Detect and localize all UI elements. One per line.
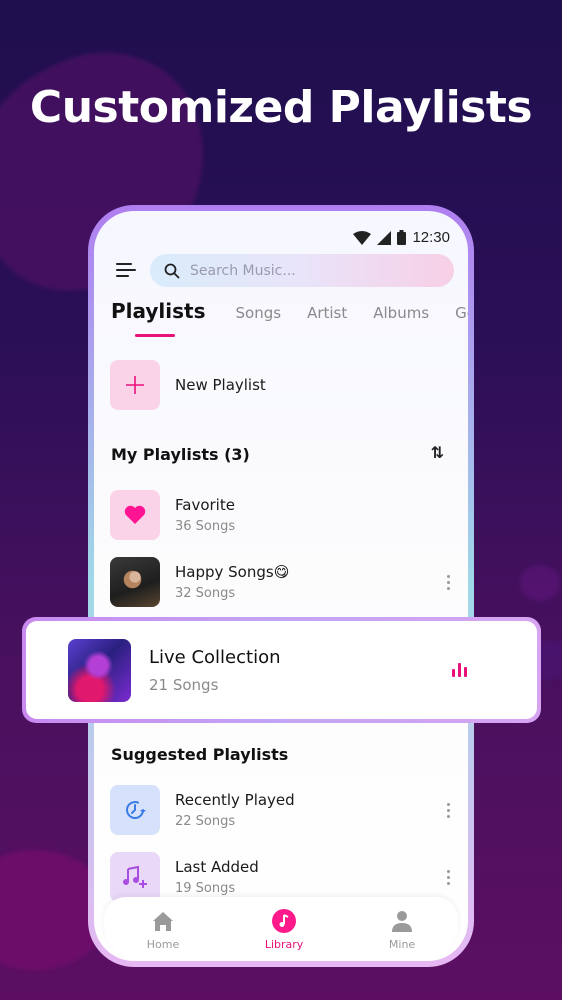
status-bar: 12:30 (353, 229, 450, 246)
plus-icon (126, 376, 144, 394)
live-collection-thumbnail (68, 638, 131, 702)
playlist-song-count: 21 Songs (149, 675, 219, 694)
suggested-playlists-heading: Suggested Playlists (111, 745, 289, 764)
bottom-navigation: Home Library Mine (104, 897, 458, 961)
tab-artist[interactable]: Artist (307, 304, 347, 322)
search-input[interactable] (190, 262, 430, 279)
playlist-row-recently-played[interactable]: Recently Played 22 Songs (110, 785, 450, 835)
signal-icon (377, 230, 392, 245)
playlist-title: Happy Songs😋 (175, 563, 290, 581)
nav-home[interactable]: Home (147, 908, 179, 951)
playlist-song-count: 22 Songs (175, 814, 236, 829)
playlist-row-live-collection[interactable]: Live Collection 21 Songs (26, 621, 537, 719)
playlist-title: Recently Played (175, 791, 295, 809)
now-playing-card: Live Collection 21 Songs (22, 617, 541, 723)
music-add-icon (123, 865, 147, 888)
new-playlist-button[interactable]: New Playlist (110, 360, 266, 410)
battery-icon (397, 230, 407, 245)
music-note-icon (272, 908, 297, 933)
tab-genres[interactable]: Ge (455, 304, 468, 322)
home-icon (153, 911, 174, 931)
nav-library[interactable]: Library (265, 908, 303, 951)
background-heart-shape (520, 565, 560, 601)
person-icon (392, 910, 413, 932)
equalizer-icon (452, 663, 467, 677)
search-icon (164, 263, 180, 278)
promo-headline: Customized Playlists (29, 82, 533, 133)
more-options-icon[interactable] (446, 802, 450, 818)
app-screen: 12:30 Playlists Songs Artist Albums Ge N… (94, 211, 468, 961)
more-options-icon[interactable] (446, 869, 450, 885)
phone-frame: 12:30 Playlists Songs Artist Albums Ge N… (88, 205, 474, 967)
nav-library-label: Library (264, 937, 304, 951)
menu-icon[interactable] (116, 263, 136, 279)
new-playlist-tile (110, 360, 160, 410)
search-bar[interactable] (150, 254, 454, 287)
playlist-song-count: 19 Songs (175, 881, 236, 896)
playlist-title: Last Added (175, 858, 259, 876)
nav-mine-label: Mine (388, 937, 416, 951)
status-time: 12:30 (412, 229, 450, 246)
playlist-row-last-added[interactable]: Last Added 19 Songs (110, 852, 450, 902)
playlist-thumbnail (110, 557, 160, 607)
new-playlist-label: New Playlist (175, 376, 266, 394)
playlist-row-happy-songs[interactable]: Happy Songs😋 32 Songs (110, 557, 450, 607)
playlist-row-favorite[interactable]: Favorite 36 Songs (110, 490, 450, 540)
playlist-title: Live Collection (149, 646, 281, 668)
favorite-tile (110, 490, 160, 540)
more-options-icon[interactable] (446, 574, 450, 590)
playlist-title: Favorite (175, 496, 235, 514)
nav-home-label: Home (146, 937, 180, 951)
history-icon (126, 801, 146, 819)
heart-icon (124, 505, 146, 524)
tab-playlists[interactable]: Playlists (111, 299, 206, 337)
sort-icon[interactable]: ⇅ (431, 443, 444, 463)
tab-albums[interactable]: Albums (373, 304, 429, 322)
wifi-icon (353, 230, 372, 245)
last-added-tile (110, 852, 160, 902)
my-playlists-heading: My Playlists (3) (111, 445, 250, 464)
recently-played-tile (110, 785, 160, 835)
tab-songs[interactable]: Songs (236, 304, 282, 322)
category-tabs: Playlists Songs Artist Albums Ge (111, 299, 468, 337)
playlist-song-count: 32 Songs (175, 586, 236, 601)
playlist-song-count: 36 Songs (175, 519, 236, 534)
nav-mine[interactable]: Mine (389, 908, 415, 951)
